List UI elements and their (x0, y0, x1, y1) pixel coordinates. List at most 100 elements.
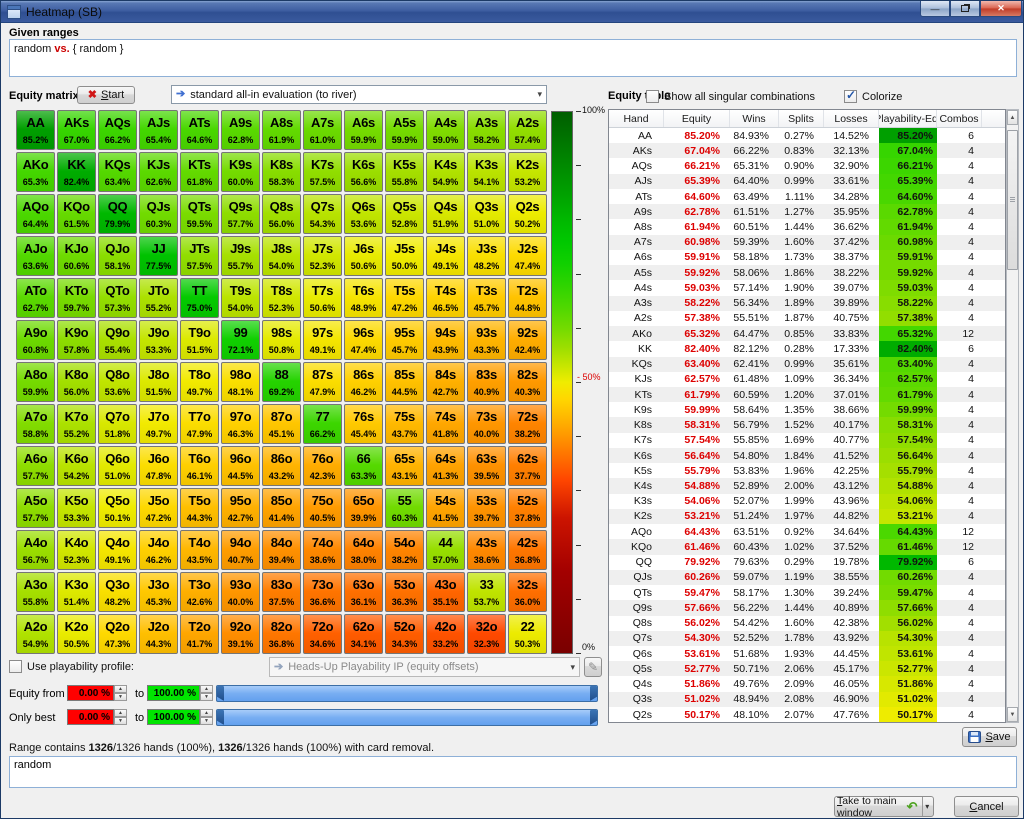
matrix-cell-J8s[interactable]: J8s54.0% (262, 236, 301, 276)
matrix-cell-A8s[interactable]: A8s61.9% (262, 110, 301, 150)
matrix-cell-KTo[interactable]: KTo59.7% (57, 278, 96, 318)
matrix-cell-86o[interactable]: 86o43.2% (262, 446, 301, 486)
matrix-cell-97o[interactable]: 97o46.3% (221, 404, 260, 444)
table-row-AA[interactable]: AA85.20%84.93%0.27%14.52%85.20%6 (609, 128, 1005, 143)
table-row-K6s[interactable]: K6s56.64%54.80%1.84%41.52%56.64%4 (609, 448, 1005, 463)
matrix-cell-QJs[interactable]: QJs60.3% (139, 194, 178, 234)
table-row-AQs[interactable]: AQs66.21%65.31%0.90%32.90%66.21%4 (609, 158, 1005, 173)
matrix-cell-J5s[interactable]: J5s50.0% (385, 236, 424, 276)
only-best-min-field[interactable]: 0.00 % (67, 709, 114, 725)
matrix-cell-33[interactable]: 3353.7% (467, 572, 506, 612)
table-row-QJs[interactable]: QJs60.26%59.07%1.19%38.55%60.26%4 (609, 570, 1005, 585)
matrix-cell-T6s[interactable]: T6s48.9% (344, 278, 383, 318)
matrix-cell-AKs[interactable]: AKs67.0% (57, 110, 96, 150)
matrix-cell-Q3o[interactable]: Q3o48.2% (98, 572, 137, 612)
matrix-cell-T9o[interactable]: T9o51.5% (180, 320, 219, 360)
matrix-cell-J8o[interactable]: J8o51.5% (139, 362, 178, 402)
table-row-K9s[interactable]: K9s59.99%58.64%1.35%38.66%59.99%4 (609, 402, 1005, 417)
table-row-K2s[interactable]: K2s53.21%51.24%1.97%44.82%53.21%4 (609, 509, 1005, 524)
matrix-cell-A6o[interactable]: A6o57.7% (16, 446, 55, 486)
column-header-hand[interactable]: Hand (609, 110, 664, 127)
matrix-cell-Q5s[interactable]: Q5s52.8% (385, 194, 424, 234)
titlebar[interactable]: Heatmap (SB) — ✕ (1, 1, 1024, 23)
matrix-cell-ATs[interactable]: ATs64.6% (180, 110, 219, 150)
table-row-Q5s[interactable]: Q5s52.77%50.71%2.06%45.17%52.77%4 (609, 661, 1005, 676)
table-row-Q2s[interactable]: Q2s50.17%48.10%2.07%47.76%50.17%4 (609, 707, 1005, 722)
matrix-cell-73o[interactable]: 73o36.6% (303, 572, 342, 612)
matrix-cell-T9s[interactable]: T9s54.0% (221, 278, 260, 318)
matrix-cell-52s[interactable]: 52s37.8% (508, 488, 547, 528)
matrix-cell-J7o[interactable]: J7o49.7% (139, 404, 178, 444)
table-row-Q8s[interactable]: Q8s56.02%54.42%1.60%42.38%56.02%4 (609, 616, 1005, 631)
matrix-cell-JTs[interactable]: JTs57.5% (180, 236, 219, 276)
equity-from-range-slider[interactable] (216, 685, 598, 702)
matrix-cell-QJo[interactable]: QJo58.1% (98, 236, 137, 276)
matrix-cell-J9o[interactable]: J9o53.3% (139, 320, 178, 360)
take-split-dropdown[interactable]: ▾ (922, 797, 931, 816)
matrix-cell-94o[interactable]: 94o40.7% (221, 530, 260, 570)
edit-profile-button[interactable]: ✎ (584, 657, 602, 677)
matrix-cell-Q4o[interactable]: Q4o49.1% (98, 530, 137, 570)
table-row-KK[interactable]: KK82.40%82.12%0.28%17.33%82.40%6 (609, 341, 1005, 356)
matrix-cell-82o[interactable]: 82o36.8% (262, 614, 301, 654)
matrix-cell-53o[interactable]: 53o36.3% (385, 572, 424, 612)
matrix-cell-66[interactable]: 6663.3% (344, 446, 383, 486)
table-row-AKo[interactable]: AKo65.32%64.47%0.85%33.83%65.32%12 (609, 326, 1005, 341)
table-row-A4s[interactable]: A4s59.03%57.14%1.90%39.07%59.03%4 (609, 280, 1005, 295)
matrix-cell-A5o[interactable]: A5o57.7% (16, 488, 55, 528)
matrix-cell-ATo[interactable]: ATo62.7% (16, 278, 55, 318)
matrix-cell-63s[interactable]: 63s39.5% (467, 446, 506, 486)
matrix-cell-J6o[interactable]: J6o47.8% (139, 446, 178, 486)
matrix-cell-54o[interactable]: 54o38.2% (385, 530, 424, 570)
matrix-cell-K6o[interactable]: K6o54.2% (57, 446, 96, 486)
matrix-cell-42s[interactable]: 42s36.8% (508, 530, 547, 570)
matrix-cell-32s[interactable]: 32s36.0% (508, 572, 547, 612)
matrix-cell-44[interactable]: 4457.0% (426, 530, 465, 570)
matrix-cell-Q9s[interactable]: Q9s57.7% (221, 194, 260, 234)
matrix-cell-A7o[interactable]: A7o58.8% (16, 404, 55, 444)
equity-table-header[interactable]: HandEquityWinsSplitsLossesPlayability-Eq… (609, 110, 1005, 128)
table-row-AJs[interactable]: AJs65.39%64.40%0.99%33.61%65.39%4 (609, 174, 1005, 189)
range-input[interactable]: random (9, 756, 1017, 788)
table-row-KTs[interactable]: KTs61.79%60.59%1.20%37.01%61.79%4 (609, 387, 1005, 402)
table-row-Q7s[interactable]: Q7s54.30%52.52%1.78%43.92%54.30%4 (609, 631, 1005, 646)
table-row-KQo[interactable]: KQo61.46%60.43%1.02%37.52%61.46%12 (609, 539, 1005, 554)
slider-left-handle[interactable] (217, 710, 224, 725)
matrix-cell-A2o[interactable]: A2o54.9% (16, 614, 55, 654)
matrix-cell-T6o[interactable]: T6o46.1% (180, 446, 219, 486)
matrix-cell-73s[interactable]: 73s40.0% (467, 404, 506, 444)
take-to-main-window-button[interactable]: Take to main window ↶ ▾ (834, 796, 934, 817)
matrix-cell-Q7o[interactable]: Q7o51.8% (98, 404, 137, 444)
table-row-A3s[interactable]: A3s58.22%56.34%1.89%39.89%58.22%4 (609, 296, 1005, 311)
matrix-cell-J3s[interactable]: J3s48.2% (467, 236, 506, 276)
table-row-QQ[interactable]: QQ79.92%79.63%0.29%19.78%79.92%6 (609, 555, 1005, 570)
matrix-cell-JTo[interactable]: JTo55.2% (139, 278, 178, 318)
column-header-combos[interactable]: Combos (937, 110, 982, 127)
matrix-cell-22[interactable]: 2250.3% (508, 614, 547, 654)
matrix-cell-Q4s[interactable]: Q4s51.9% (426, 194, 465, 234)
only-best-max-stepper[interactable]: ▲▼ (200, 709, 213, 725)
matrix-cell-K4o[interactable]: K4o52.3% (57, 530, 96, 570)
matrix-cell-K8s[interactable]: K8s58.3% (262, 152, 301, 192)
matrix-cell-Q9o[interactable]: Q9o55.4% (98, 320, 137, 360)
table-row-Q3s[interactable]: Q3s51.02%48.94%2.08%46.90%51.02%4 (609, 692, 1005, 707)
matrix-cell-TT[interactable]: TT75.0% (180, 278, 219, 318)
matrix-cell-65o[interactable]: 65o39.9% (344, 488, 383, 528)
scroll-down-icon[interactable]: ▼ (1007, 707, 1018, 722)
matrix-cell-J7s[interactable]: J7s52.3% (303, 236, 342, 276)
matrix-cell-53s[interactable]: 53s39.7% (467, 488, 506, 528)
table-row-Q9s[interactable]: Q9s57.66%56.22%1.44%40.89%57.66%4 (609, 600, 1005, 615)
matrix-cell-43o[interactable]: 43o35.1% (426, 572, 465, 612)
column-header-wins[interactable]: Wins (730, 110, 779, 127)
matrix-cell-87o[interactable]: 87o45.1% (262, 404, 301, 444)
matrix-cell-K5o[interactable]: K5o53.3% (57, 488, 96, 528)
matrix-cell-J4o[interactable]: J4o46.2% (139, 530, 178, 570)
minimize-button[interactable]: — (920, 1, 950, 17)
matrix-cell-T7o[interactable]: T7o47.9% (180, 404, 219, 444)
matrix-cell-94s[interactable]: 94s43.9% (426, 320, 465, 360)
matrix-cell-K9o[interactable]: K9o57.8% (57, 320, 96, 360)
matrix-cell-J2o[interactable]: J2o44.3% (139, 614, 178, 654)
matrix-cell-74s[interactable]: 74s41.8% (426, 404, 465, 444)
start-button[interactable]: ✖ Start (77, 86, 135, 104)
matrix-cell-A3o[interactable]: A3o55.8% (16, 572, 55, 612)
